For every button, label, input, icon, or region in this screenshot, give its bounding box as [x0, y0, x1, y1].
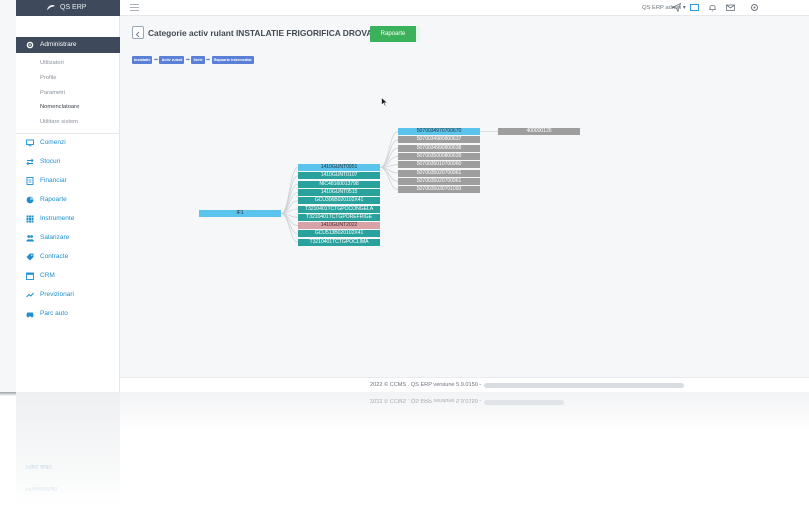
sidebar-item-label: Rapoarte	[40, 196, 67, 203]
calendar-icon	[26, 272, 34, 280]
tree-node-level2[interactable]: 5070035000800639	[398, 152, 480, 160]
tree-node-level2[interactable]: 5070035020700961	[398, 177, 480, 185]
sidebar-item-stocuri[interactable]: Stocuri	[16, 155, 120, 169]
tree-node-level1[interactable]: GCU306B020102X41	[298, 197, 380, 205]
tree-node-level1[interactable]: T3210401TCTGPOREFRIGE	[298, 213, 380, 221]
tree-node-level1[interactable]: 1410GUNT2022	[298, 222, 380, 230]
tree-node-level2[interactable]: 5070034980800637	[398, 136, 480, 144]
sidebar-item-parc-auto[interactable]: Parc auto	[16, 307, 120, 321]
grid-icon	[26, 215, 34, 223]
arrow-right-icon: ➡	[153, 57, 159, 63]
sidebar-section-label: Administrare	[40, 41, 77, 48]
sidebar: QS ERP Administrare Utilizatori Profile …	[16, 0, 120, 392]
sidebar-item-financiar[interactable]: Financiar	[16, 174, 120, 188]
page-title: Categorie activ rulant INSTALATIE FRIGOR…	[148, 28, 390, 38]
sidebar-item-label: Financiar	[40, 177, 67, 184]
footer: 2022 © CCMS . QS ERP versiune 5.9.0150 -	[120, 377, 809, 392]
breadcrumb-item[interactable]: Activ rulant	[159, 56, 185, 64]
monitor-icon	[26, 139, 34, 147]
document-icon	[26, 177, 34, 185]
gear-icon	[26, 41, 34, 49]
mouse-cursor-icon	[381, 97, 389, 107]
tree-node-level2[interactable]: 5070034990800638	[398, 144, 480, 152]
reflection-main: 2022 © CCMS . QS ERP versiune 5.9.0150 -	[120, 392, 809, 432]
redacted-version	[484, 383, 684, 388]
hamburger-icon[interactable]	[130, 4, 139, 11]
tree-node-level1[interactable]: 1410GUNT0107	[298, 172, 380, 180]
logo-icon	[47, 5, 55, 10]
sidebar-item-previzionari[interactable]: Previzionari	[16, 288, 120, 302]
sidebar-item-label: CRM	[40, 272, 55, 279]
breadcrumb-item[interactable]: Instalatie	[132, 56, 153, 64]
breadcrumb: Instalatie ➡ Activ rulant ➡ Serie ➡ Rapoarte i…	[132, 56, 254, 65]
sidebar-section-administrare[interactable]: Administrare	[16, 37, 120, 53]
tree-node-level2[interactable]: 5070034970700670	[398, 128, 480, 135]
trend-icon	[26, 292, 34, 298]
reflection-footer-text: 2022 © CCMS . QS ERP versiune 5.9.0150 -	[370, 397, 482, 403]
sidebar-item-label: Comenzi	[40, 139, 66, 146]
arrows-icon	[26, 158, 34, 166]
sidebar-subitem-utilizatori[interactable]: Utilizatori	[40, 60, 64, 66]
sidebar-divider	[16, 133, 120, 134]
car-icon	[26, 312, 34, 318]
sidebar-item-label: Stocuri	[40, 158, 61, 165]
sidebar-item-comenzi[interactable]: Comenzi	[16, 136, 120, 150]
sidebar-subitem-profile[interactable]: Profile	[40, 75, 56, 81]
reflection-item: Previzionari	[26, 485, 58, 491]
tree-node-level2[interactable]: 5070035010700960	[398, 161, 480, 169]
gear-icon[interactable]	[750, 3, 759, 12]
reflection-item: Parc auto	[26, 463, 52, 469]
sidebar-item-rapoarte[interactable]: Rapoarte	[16, 193, 120, 207]
tree-node-level1[interactable]: T3210401TCTGPOCONGELA	[298, 205, 380, 213]
reflection-sidebar: Parc auto Previzionari	[16, 392, 120, 505]
back-button[interactable]	[132, 26, 144, 39]
users-icon	[26, 235, 34, 242]
tag-icon	[26, 253, 34, 261]
sidebar-item-label: Instrumente	[40, 215, 75, 222]
chevron-left-icon	[135, 31, 140, 38]
tree-node-level3[interactable]: 400000126	[498, 128, 580, 135]
app-window: QS ERP Administrare Utilizatori Profile …	[0, 0, 809, 392]
sidebar-item-label: Contracte	[40, 253, 69, 260]
screen: QS ERP Administrare Utilizatori Profile …	[0, 0, 809, 505]
window-icon[interactable]	[690, 3, 699, 12]
rapoarte-button[interactable]: Rapoarte	[370, 26, 420, 42]
window-reflection: Parc auto Previzionari 2022 © CCMS . QS …	[0, 392, 809, 505]
sidebar-item-instrumente[interactable]: Instrumente	[16, 212, 120, 226]
sidebar-item-crm[interactable]: CRM	[16, 269, 120, 283]
sidebar-item-salarizare[interactable]: Salarizare	[16, 231, 120, 245]
brand-bar[interactable]: QS ERP	[16, 0, 120, 16]
brand-name: QS ERP	[60, 4, 87, 11]
top-bar: QS ERP admin ▾	[120, 0, 809, 16]
tree-node-level1[interactable]: 1410GUNT0515	[298, 188, 380, 196]
sidebar-item-label: Parc auto	[40, 310, 68, 317]
sidebar-subitem-parametri[interactable]: Parametri	[40, 90, 65, 96]
tree-node-root[interactable]: IF1	[199, 210, 281, 217]
reflection-blur	[484, 400, 564, 405]
sidebar-subitem-nomenclatoare[interactable]: Nomenclatoare	[40, 104, 79, 110]
bell-icon[interactable]	[708, 3, 717, 12]
arrow-right-icon: ➡	[185, 57, 190, 63]
main-content: Categorie activ rulant INSTALATIE FRIGOR…	[120, 17, 809, 392]
breadcrumb-item[interactable]: Rapoarte intermediar	[211, 56, 254, 64]
tree-node-level2[interactable]: 5070035020700961	[398, 169, 480, 177]
tree-node-level1[interactable]: NIC48160013798	[298, 180, 380, 188]
tree-node-level2[interactable]: 5070035030701093	[398, 186, 480, 194]
arrow-right-icon: ➡	[206, 57, 211, 63]
sidebar-item-label: Salarizare	[40, 234, 70, 241]
footer-text: 2022 © CCMS . QS ERP versiune 5.9.0150 -	[370, 382, 482, 388]
sidebar-item-contracte[interactable]: Contracte	[16, 250, 120, 264]
sidebar-item-label: Previzionari	[40, 291, 74, 298]
tree-node-level1[interactable]: GCU513B020102X41	[298, 230, 380, 238]
tree-node-level1[interactable]: 1410GUNT0951	[298, 164, 380, 171]
pie-icon	[26, 196, 34, 204]
mail-icon[interactable]	[726, 3, 735, 12]
user-menu[interactable]: QS ERP admin ▾	[642, 0, 686, 16]
breadcrumb-item[interactable]: Serie	[191, 56, 205, 64]
sidebar-subitem-utilitare-sistem[interactable]: Utilitare sistem	[40, 119, 78, 125]
tree-node-level1[interactable]: T3210401TCTGPOCLIMA	[298, 238, 380, 246]
